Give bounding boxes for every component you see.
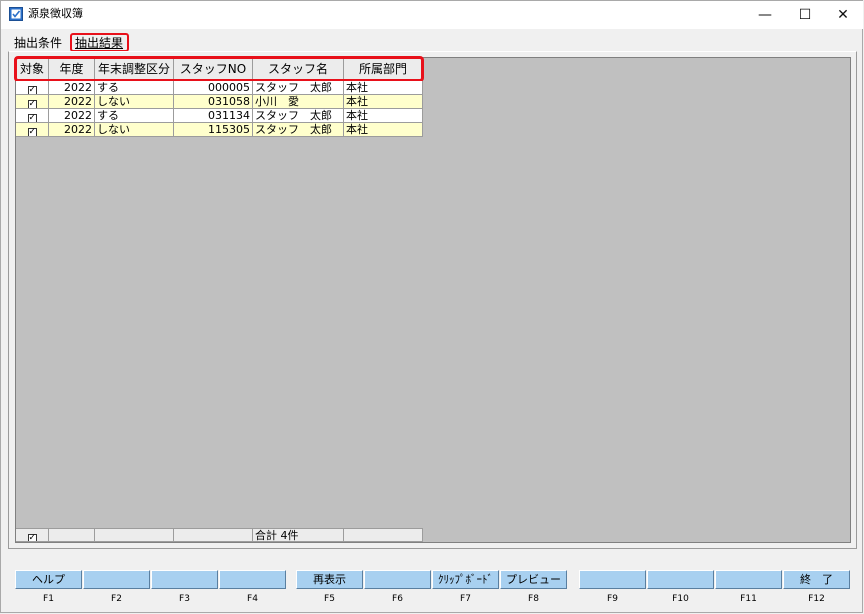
staff-no-cell: 115305 <box>174 123 253 137</box>
department-cell: 本社 <box>344 81 423 95</box>
fkey-label: F6 <box>392 594 403 604</box>
department-cell: 本社 <box>344 95 423 109</box>
fkey-label: F5 <box>324 594 335 604</box>
footer-empty-cell <box>174 528 253 542</box>
year-cell: 2022 <box>49 95 95 109</box>
row-checkbox-cell[interactable]: ✓ <box>16 95 49 109</box>
staff-name-cell: スタッフ 太郎 <box>253 81 344 95</box>
fkey-label: F11 <box>740 594 757 604</box>
exit-button[interactable]: 終 了 <box>783 570 850 589</box>
staff-no-cell: 000005 <box>174 81 253 95</box>
year-cell: 2022 <box>49 109 95 123</box>
select-all-checkbox[interactable]: ✓ <box>27 534 37 541</box>
f9-button[interactable] <box>579 570 646 589</box>
f2-button[interactable] <box>83 570 150 589</box>
department-cell: 本社 <box>344 123 423 137</box>
refresh-button[interactable]: 再表示 <box>296 570 363 589</box>
fkey-label: F10 <box>672 594 689 604</box>
checkbox[interactable]: ✓ <box>27 86 37 94</box>
row-checkbox-cell[interactable]: ✓ <box>16 81 49 95</box>
footer-checkbox-cell[interactable]: ✓ <box>16 528 49 542</box>
adjustment-cell: しない <box>95 95 174 109</box>
staff-no-cell: 031134 <box>174 109 253 123</box>
row-checkbox-cell[interactable]: ✓ <box>16 123 49 137</box>
total-count-label: 合計 4件 <box>253 528 344 542</box>
fkey-label: F7 <box>460 594 471 604</box>
app-icon <box>9 7 23 21</box>
maximize-button[interactable]: ☐ <box>785 1 825 29</box>
year-cell: 2022 <box>49 123 95 137</box>
fkey-label: F12 <box>808 594 825 604</box>
f10-button[interactable] <box>647 570 714 589</box>
minimize-button[interactable]: — <box>745 1 785 29</box>
help-button[interactable]: ヘルプ <box>15 570 82 589</box>
fkey-label: F8 <box>528 594 539 604</box>
close-button[interactable]: ✕ <box>823 1 863 29</box>
title-bar[interactable]: 源泉徴収簿 — ☐ ✕ <box>1 1 863 29</box>
adjustment-cell: する <box>95 109 174 123</box>
fkey-label: F2 <box>111 594 122 604</box>
adjustment-cell: する <box>95 81 174 95</box>
staff-name-cell: スタッフ 太郎 <box>253 109 344 123</box>
row-checkbox-cell[interactable]: ✓ <box>16 109 49 123</box>
footer-empty-cell <box>344 528 423 542</box>
checkbox[interactable]: ✓ <box>27 128 37 136</box>
adjustment-cell: しない <box>95 123 174 137</box>
f4-button[interactable] <box>219 570 286 589</box>
checkbox[interactable]: ✓ <box>27 114 37 122</box>
checkbox[interactable]: ✓ <box>27 100 37 108</box>
fkey-label: F3 <box>179 594 190 604</box>
fkey-label: F9 <box>607 594 618 604</box>
footer-empty-cell <box>95 528 174 542</box>
year-cell: 2022 <box>49 81 95 95</box>
f6-button[interactable] <box>364 570 431 589</box>
footer-empty-cell <box>49 528 95 542</box>
staff-name-cell: スタッフ 太郎 <box>253 123 344 137</box>
f11-button[interactable] <box>715 570 782 589</box>
window-title: 源泉徴収簿 <box>28 7 83 20</box>
tab-highlight-box <box>70 33 129 52</box>
fkey-label: F4 <box>247 594 258 604</box>
tab-extract-conditions[interactable]: 抽出条件 <box>14 35 62 51</box>
fkey-label: F1 <box>43 594 54 604</box>
staff-no-cell: 031058 <box>174 95 253 109</box>
clipboard-button[interactable]: ｸﾘｯﾌﾟﾎﾞｰﾄﾞ <box>432 570 499 589</box>
preview-button[interactable]: プレビュー <box>500 570 567 589</box>
function-key-bar: ヘルプ F1 F2 F3 F4 再表示 F5 F6 ｸﾘｯﾌﾟﾎﾞｰﾄﾞ F7 … <box>15 570 851 610</box>
header-highlight-box <box>14 56 424 82</box>
department-cell: 本社 <box>344 109 423 123</box>
f3-button[interactable] <box>151 570 218 589</box>
staff-name-cell: 小川 愛 <box>253 95 344 109</box>
